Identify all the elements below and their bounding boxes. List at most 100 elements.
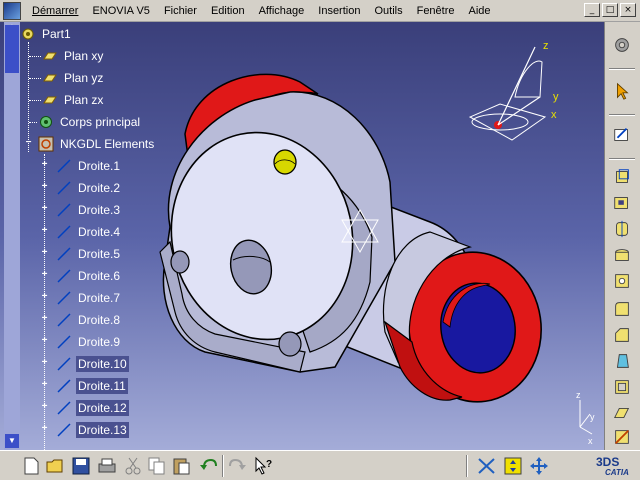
select-arrow-icon[interactable]	[611, 80, 633, 102]
line-icon	[57, 181, 71, 195]
fillet-icon[interactable]	[611, 298, 633, 320]
expand-icon[interactable]: +	[40, 226, 49, 236]
menu-aide[interactable]: Aide	[462, 0, 498, 22]
expand-icon[interactable]: +	[40, 182, 49, 192]
compass-widget[interactable]: z y x	[468, 40, 559, 141]
menu-fenetre[interactable]: Fenêtre	[410, 0, 462, 22]
tree-item-line[interactable]: Droite.9	[56, 332, 122, 352]
tree-scrollbar[interactable]: ▲ ▼	[4, 22, 20, 450]
shell-icon[interactable]	[611, 376, 633, 398]
tree-item-line[interactable]: Droite.2	[56, 178, 122, 198]
tree-label-plane: Plan yz	[64, 71, 104, 85]
tree-label-line: Droite.5	[78, 247, 121, 261]
catia-wordmark: CATIA	[605, 468, 629, 477]
tree-item-nkgdl-group[interactable]: NKGDL Elements	[38, 134, 156, 154]
menu-outils[interactable]: Outils	[367, 0, 409, 22]
svg-text:?: ?	[266, 459, 272, 470]
expand-icon[interactable]: +	[40, 160, 49, 170]
hole-icon[interactable]	[611, 244, 633, 266]
undo-icon[interactable]	[198, 455, 220, 477]
tree-item-plane-yz[interactable]: Plan yz	[42, 68, 105, 88]
expand-icon[interactable]: +	[40, 380, 49, 390]
menu-affichage[interactable]: Affichage	[252, 0, 312, 22]
settings-icon[interactable]	[611, 34, 633, 56]
expand-icon[interactable]: +	[40, 292, 49, 302]
expand-icon[interactable]: +	[40, 248, 49, 258]
tree-item-line[interactable]: Droite.12	[56, 398, 129, 418]
expand-icon[interactable]: +	[40, 402, 49, 412]
expand-icon[interactable]: +	[40, 204, 49, 214]
tree-item-line[interactable]: Droite.11	[56, 376, 128, 396]
tree-item-line[interactable]: Droite.8	[56, 310, 122, 330]
fly-mode-icon[interactable]	[476, 455, 498, 477]
close-button[interactable]: ×	[620, 3, 636, 17]
tree-label-line: Droite.1	[78, 159, 121, 173]
tree-root-part[interactable]: Part1	[20, 24, 73, 44]
line-icon	[57, 159, 71, 173]
front-flange[interactable]	[382, 231, 550, 410]
save-icon[interactable]	[70, 455, 92, 477]
scroll-down-icon[interactable]: ▼	[5, 434, 19, 448]
compass-z-label: z	[543, 40, 549, 52]
restore-button[interactable]: □	[602, 3, 618, 17]
pocket-icon[interactable]	[611, 192, 633, 214]
specification-tree: ▲ ▼ Part1 Plan xy Plan yz Plan zx Corps …	[0, 22, 180, 450]
redo-icon[interactable]	[226, 455, 248, 477]
tree-item-line[interactable]: Droite.10	[56, 354, 129, 374]
expand-icon[interactable]: +	[40, 270, 49, 280]
new-icon[interactable]	[20, 455, 42, 477]
tree-item-line[interactable]: Droite.1	[56, 156, 122, 176]
tree-label-line: Droite.7	[78, 291, 121, 305]
rib-icon[interactable]	[611, 270, 633, 292]
shaft-icon[interactable]	[611, 218, 633, 240]
chamfer-icon[interactable]	[611, 324, 633, 346]
tree-item-plane-xy[interactable]: Plan xy	[42, 46, 105, 66]
copy-icon[interactable]	[146, 455, 168, 477]
menu-demarrer[interactable]: Démarrer	[25, 0, 85, 22]
print-icon[interactable]	[96, 455, 118, 477]
tree-label-body: Corps principal	[60, 115, 141, 129]
tree-label-line: Droite.4	[78, 225, 121, 239]
menu-enovia[interactable]: ENOVIA V5	[85, 0, 156, 22]
tree-item-line[interactable]: Droite.7	[56, 288, 122, 308]
tree-label-plane: Plan xy	[64, 49, 104, 63]
expand-icon[interactable]: +	[40, 336, 49, 346]
tree-label-line: Droite.6	[78, 269, 121, 283]
line-icon	[57, 335, 71, 349]
fit-all-icon[interactable]	[502, 455, 524, 477]
pad-icon[interactable]	[611, 166, 633, 188]
tree-item-line[interactable]: Droite.6	[56, 266, 122, 286]
menu-bar: Démarrer ENOVIA V5 Fichier Edition Affic…	[0, 0, 640, 22]
part-gear-icon	[22, 28, 34, 40]
collapse-icon[interactable]: −	[24, 138, 33, 148]
tree-item-line[interactable]: Droite.3	[56, 200, 122, 220]
draft-icon[interactable]	[611, 350, 633, 372]
menu-fichier[interactable]: Fichier	[157, 0, 204, 22]
expand-icon[interactable]: +	[40, 358, 49, 368]
thread-icon[interactable]	[611, 426, 633, 448]
tree-item-plane-zx[interactable]: Plan zx	[42, 90, 105, 110]
paste-icon[interactable]	[170, 455, 192, 477]
tree-label-line: Droite.9	[78, 335, 121, 349]
minimize-button[interactable]: _	[584, 3, 600, 17]
expand-icon[interactable]: +	[40, 314, 49, 324]
scroll-thumb[interactable]	[5, 25, 19, 73]
tree-item-body[interactable]: Corps principal	[38, 112, 142, 132]
plane-icon	[43, 96, 57, 104]
whats-this-icon[interactable]: ?	[252, 455, 274, 477]
tree-label-line: Droite.3	[78, 203, 121, 217]
sketcher-icon[interactable]	[611, 124, 633, 146]
app-logo-icon[interactable]	[3, 1, 21, 20]
thickness-icon[interactable]	[611, 402, 633, 424]
plane-icon	[43, 74, 57, 82]
expand-icon[interactable]: +	[40, 424, 49, 434]
open-icon[interactable]	[44, 455, 66, 477]
tree-item-line[interactable]: Droite.5	[56, 244, 122, 264]
menu-edition[interactable]: Edition	[204, 0, 252, 22]
cut-icon[interactable]	[122, 455, 144, 477]
tree-item-line[interactable]: Droite.4	[56, 222, 122, 242]
tree-item-line[interactable]: Droite.13	[56, 420, 129, 440]
menu-insertion[interactable]: Insertion	[311, 0, 367, 22]
pan-icon[interactable]	[528, 455, 550, 477]
group-icon	[38, 136, 54, 152]
